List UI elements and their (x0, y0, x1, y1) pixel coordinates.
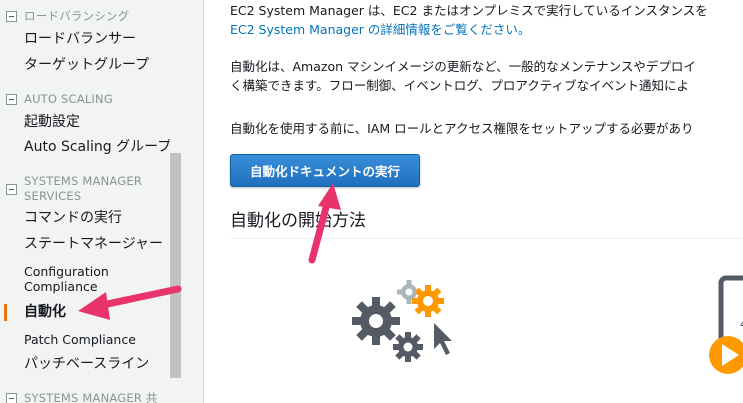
learn-more-link[interactable]: EC2 System Manager の詳細情報をご覧ください。 (230, 21, 530, 39)
section-header-load-balancing[interactable]: ロードバランシング (6, 9, 129, 25)
sidebar-item-label: Compliance (24, 279, 98, 294)
collapse-icon[interactable] (6, 393, 17, 403)
sidebar-nav: ロードバランシング ロードバランサー ターゲットグループ AUTO SCALIN… (0, 0, 204, 403)
sidebar-item-automation[interactable]: 自動化 (24, 304, 66, 321)
section-header-line: SYSTEMS MANAGER (24, 174, 143, 188)
main-content: EC2 System Manager は、EC2 またはオンプレミスで実行してい… (205, 0, 743, 403)
intro-text: EC2 System Manager は、EC2 またはオンプレミスで実行してい… (230, 3, 708, 18)
gear-dark-small-icon (393, 332, 423, 362)
execute-automation-button[interactable]: 自動化ドキュメントの実行 (230, 154, 420, 187)
gears-icon (352, 280, 452, 362)
sidebar-item-load-balancers[interactable]: ロードバランサー (24, 31, 136, 48)
collapse-icon[interactable] (6, 94, 17, 105)
sidebar-item-asg[interactable]: Auto Scaling グループ (24, 139, 171, 156)
sidebar-item-patch-baselines[interactable]: パッチベースライン (24, 356, 149, 373)
collapse-icon[interactable] (6, 11, 17, 22)
sidebar-item-target-groups[interactable]: ターゲットグループ (24, 57, 149, 74)
sidebar-item-patch-compliance[interactable]: Patch Compliance (24, 332, 136, 347)
sidebar-item-config-compliance[interactable]: Configuration Compliance (24, 264, 109, 294)
collapse-icon[interactable] (6, 184, 17, 195)
gear-dark-large-icon (352, 297, 400, 345)
sidebar-item-label: Configuration (24, 264, 109, 279)
prerequisite-text: 自動化を使用する前に、IAM ロールとアクセス権限をセットアップする必要があり (230, 121, 694, 136)
play-icon (709, 336, 743, 374)
document-play-icon: 4 (709, 275, 743, 374)
active-indicator (4, 304, 7, 321)
section-title: 自動化の開始方法 (230, 211, 366, 231)
section-header-auto-scaling[interactable]: AUTO SCALING (6, 92, 113, 108)
cursor-icon (434, 323, 452, 355)
description-line-2: く構築できます。フロー制御、イベントログ、プロアクティブなイベント通知によ (230, 78, 690, 93)
sidebar-item-run-command[interactable]: コマンドの実行 (24, 210, 122, 227)
section-divider (230, 238, 743, 239)
gear-orange-icon (412, 285, 444, 317)
section-header-ssm-services[interactable]: SYSTEMS MANAGER SERVICES (6, 174, 143, 203)
description-line-1: 自動化は、Amazon マシンイメージの更新など、一般的なメンテナンスやデプロイ (230, 59, 696, 74)
sidebar-item-state-manager[interactable]: ステートマネージャー (24, 236, 163, 253)
sidebar-item-launch-config[interactable]: 起動設定 (24, 114, 80, 131)
section-header-ssm-shared[interactable]: SYSTEMS MANAGER 共 (6, 391, 158, 403)
sidebar-scroll-thumb[interactable] (170, 153, 181, 378)
section-header-line: SERVICES (24, 189, 82, 203)
